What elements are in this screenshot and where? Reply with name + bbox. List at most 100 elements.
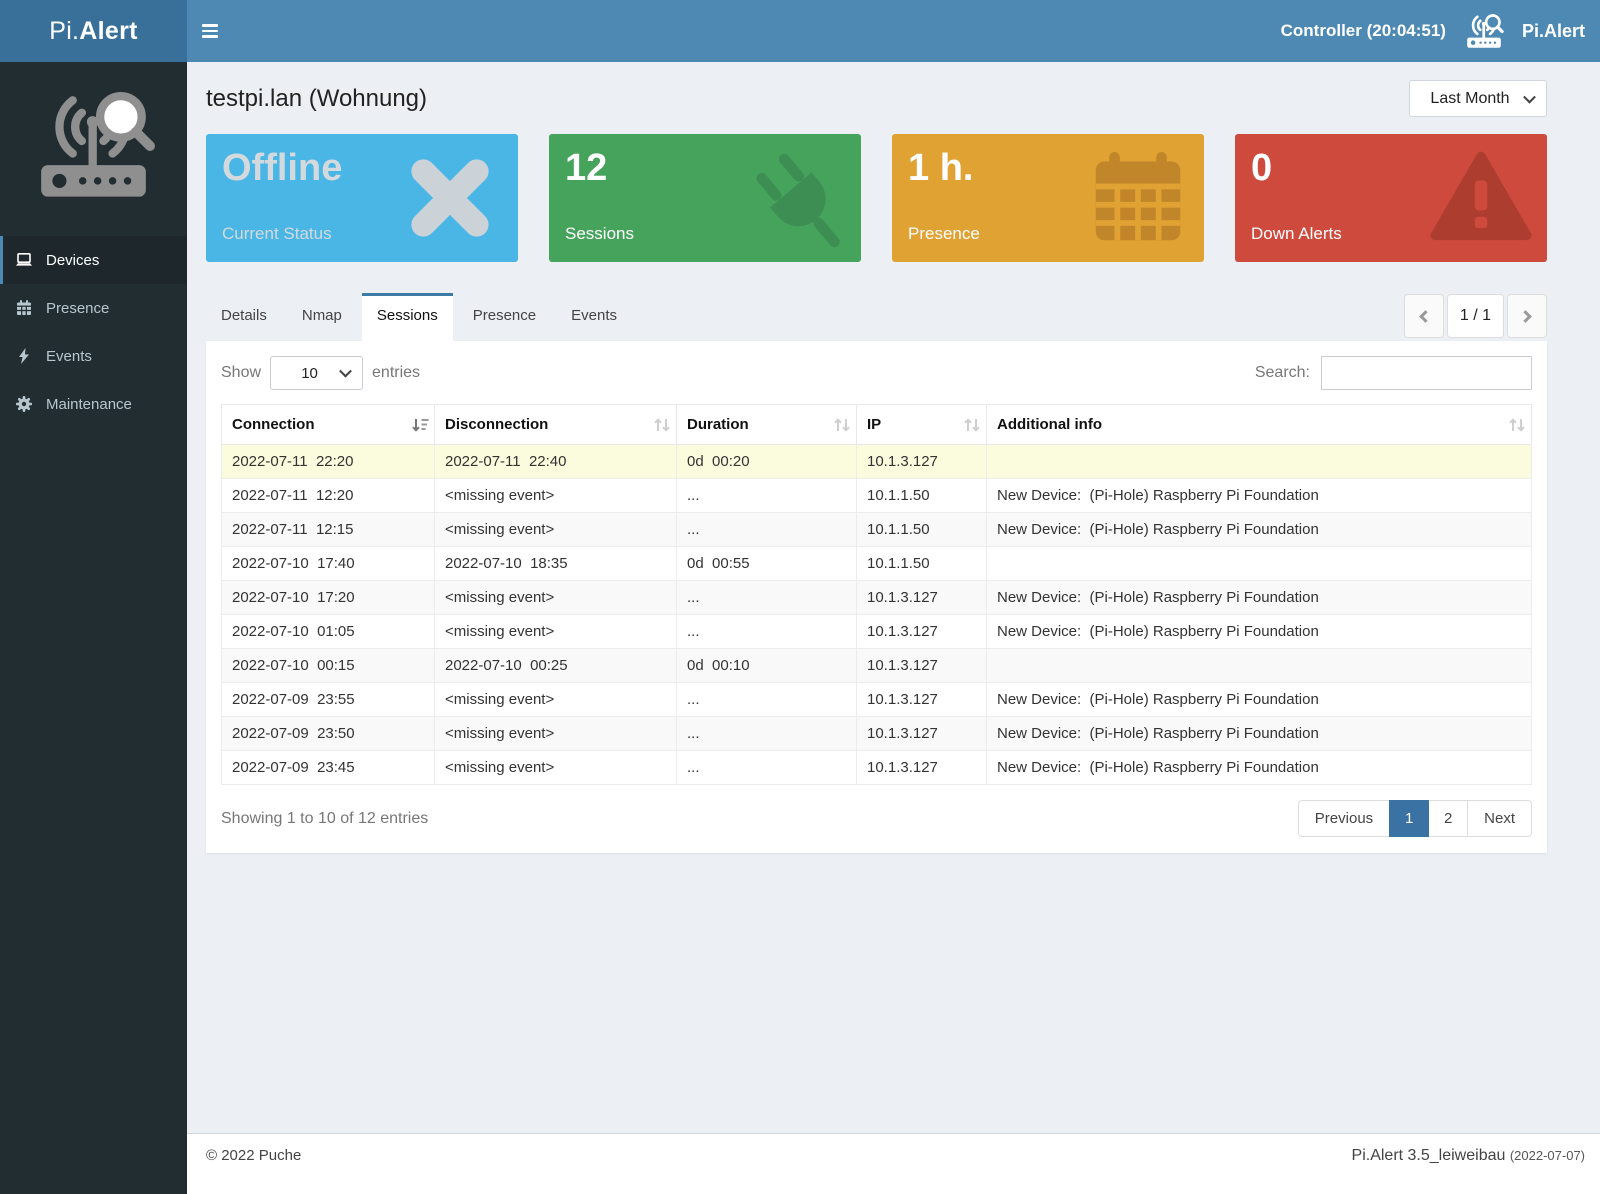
- cell-additional-info: [987, 649, 1532, 683]
- gear-icon: [15, 395, 33, 413]
- device-pager: 1 / 1: [1404, 294, 1547, 338]
- copyright-text: © 2022 Puche: [206, 1147, 301, 1194]
- chevron-left-icon: [1419, 310, 1432, 323]
- entries-summary: Showing 1 to 10 of 12 entries: [221, 810, 428, 828]
- cell-additional-info: New Device: (Pi-Hole) Raspberry Pi Found…: [987, 479, 1532, 513]
- sessions-table: Connection: [221, 404, 1532, 785]
- status-box-down-alerts: 0 Down Alerts: [1235, 134, 1547, 262]
- next-device-button[interactable]: [1507, 294, 1547, 338]
- table-row: 2022-07-10 17:20 <missing event> ... 10.…: [222, 581, 1532, 615]
- cell-disconnection: <missing event>: [435, 751, 677, 785]
- cell-duration: ...: [677, 479, 857, 513]
- entries-label: entries: [372, 364, 420, 382]
- tab-sessions[interactable]: Sessions: [362, 293, 453, 341]
- table-row: 2022-07-11 12:20 <missing event> ... 10.…: [222, 479, 1532, 513]
- cell-duration: ...: [677, 513, 857, 547]
- page-length-wrap: 10: [270, 356, 363, 390]
- device-pager-label: 1 / 1: [1447, 294, 1504, 338]
- cell-duration: 0d 00:55: [677, 547, 857, 581]
- cell-ip: 10.1.1.50: [857, 513, 987, 547]
- table-row: 2022-07-10 17:40 2022-07-10 18:35 0d 00:…: [222, 547, 1532, 581]
- page-1-button[interactable]: 1: [1389, 800, 1429, 837]
- content-area: testpi.lan (Wohnung) Last Month Offline …: [187, 62, 1600, 1133]
- hamburger-icon: [202, 24, 218, 38]
- sidebar-nav: Devices Presence Events: [0, 236, 187, 428]
- tab-events[interactable]: Events: [556, 293, 632, 341]
- sidebar: Devices Presence Events: [0, 62, 187, 1194]
- version-text: Pi.Alert 3.5_leiweibau (2022-07-07): [1352, 1147, 1585, 1194]
- status-boxes: Offline Current Status 12 Sessions: [206, 134, 1547, 262]
- cell-ip: 10.1.3.127: [857, 717, 987, 751]
- table-row: 2022-07-11 22:20 2022-07-11 22:40 0d 00:…: [222, 445, 1532, 479]
- sessions-table-body: 2022-07-11 22:20 2022-07-11 22:40 0d 00:…: [222, 445, 1532, 785]
- cell-ip: 10.1.3.127: [857, 751, 987, 785]
- cell-additional-info: New Device: (Pi-Hole) Raspberry Pi Found…: [987, 615, 1532, 649]
- period-select[interactable]: Last Month: [1409, 80, 1547, 117]
- cell-ip: 10.1.3.127: [857, 683, 987, 717]
- table-pagination: Previous 1 2 Next: [1298, 800, 1532, 837]
- cell-ip: 10.1.1.50: [857, 479, 987, 513]
- sort-icon: [833, 416, 851, 434]
- search-label: Search:: [1255, 364, 1310, 382]
- navbar-brand-link[interactable]: Pi.Alert: [1522, 21, 1585, 42]
- cell-connection: 2022-07-10 17:20: [222, 581, 435, 615]
- chevron-right-icon: [1519, 310, 1532, 323]
- cell-connection: 2022-07-10 01:05: [222, 615, 435, 649]
- version-date: (2022-07-07): [1510, 1148, 1585, 1163]
- show-label: Show: [221, 364, 261, 382]
- sort-icon: [653, 416, 671, 434]
- page-length-select[interactable]: 10: [270, 356, 363, 390]
- bolt-icon: [15, 347, 33, 365]
- cell-disconnection: <missing event>: [435, 615, 677, 649]
- table-row: 2022-07-11 12:15 <missing event> ... 10.…: [222, 513, 1532, 547]
- search-input[interactable]: [1321, 356, 1532, 390]
- topbar: Pi.Alert Controller (20:04:51) Pi.Alert: [0, 0, 1600, 62]
- cell-disconnection: <missing event>: [435, 581, 677, 615]
- sidebar-logo: [0, 62, 187, 236]
- calendar-icon: [15, 299, 33, 317]
- cell-disconnection: 2022-07-10 00:25: [435, 649, 677, 683]
- status-box-presence: 1 h. Presence: [892, 134, 1204, 262]
- previous-page-button[interactable]: Previous: [1298, 800, 1390, 837]
- sidebar-item-label: Events: [46, 348, 92, 365]
- table-row: 2022-07-10 01:05 <missing event> ... 10.…: [222, 615, 1532, 649]
- column-header-ip[interactable]: IP: [857, 405, 987, 445]
- tab-nmap[interactable]: Nmap: [287, 293, 357, 341]
- status-box-sessions: 12 Sessions: [549, 134, 861, 262]
- controller-link[interactable]: Controller (20:04:51): [1281, 21, 1446, 41]
- router-search-icon: [1464, 14, 1504, 49]
- column-header-disconnection[interactable]: Disconnection: [435, 405, 677, 445]
- column-header-connection[interactable]: Connection: [222, 405, 435, 445]
- cell-ip: 10.1.3.127: [857, 581, 987, 615]
- page-title: testpi.lan (Wohnung): [206, 85, 427, 113]
- next-page-button[interactable]: Next: [1467, 800, 1532, 837]
- sidebar-item-presence[interactable]: Presence: [0, 284, 187, 332]
- cell-additional-info: New Device: (Pi-Hole) Raspberry Pi Found…: [987, 513, 1532, 547]
- page-2-button[interactable]: 2: [1428, 800, 1468, 837]
- app-logo[interactable]: Pi.Alert: [0, 0, 187, 62]
- table-row: 2022-07-09 23:55 <missing event> ... 10.…: [222, 683, 1532, 717]
- cell-disconnection: 2022-07-11 22:40: [435, 445, 677, 479]
- cell-connection: 2022-07-10 00:15: [222, 649, 435, 683]
- sessions-panel: Show 10 entries Search:: [206, 341, 1547, 853]
- sort-icon: [1508, 416, 1526, 434]
- status-box-current-status: Offline Current Status: [206, 134, 518, 262]
- cell-connection: 2022-07-11 12:15: [222, 513, 435, 547]
- cell-ip: 10.1.3.127: [857, 649, 987, 683]
- tab-presence[interactable]: Presence: [458, 293, 551, 341]
- tab-details[interactable]: Details: [206, 293, 282, 341]
- hamburger-menu-button[interactable]: [187, 0, 233, 62]
- cell-additional-info: New Device: (Pi-Hole) Raspberry Pi Found…: [987, 581, 1532, 615]
- prev-device-button[interactable]: [1404, 294, 1444, 338]
- cell-connection: 2022-07-09 23:50: [222, 717, 435, 751]
- device-tabs: Details Nmap Sessions Presence Events 1 …: [206, 293, 1547, 341]
- column-header-additional-info[interactable]: Additional info: [987, 405, 1532, 445]
- cell-disconnection: <missing event>: [435, 717, 677, 751]
- sidebar-item-events[interactable]: Events: [0, 332, 187, 380]
- x-icon: [404, 152, 496, 244]
- sidebar-item-maintenance[interactable]: Maintenance: [0, 380, 187, 428]
- sidebar-item-devices[interactable]: Devices: [0, 236, 187, 284]
- cell-duration: ...: [677, 683, 857, 717]
- column-header-duration[interactable]: Duration: [677, 405, 857, 445]
- laptop-icon: [15, 251, 33, 269]
